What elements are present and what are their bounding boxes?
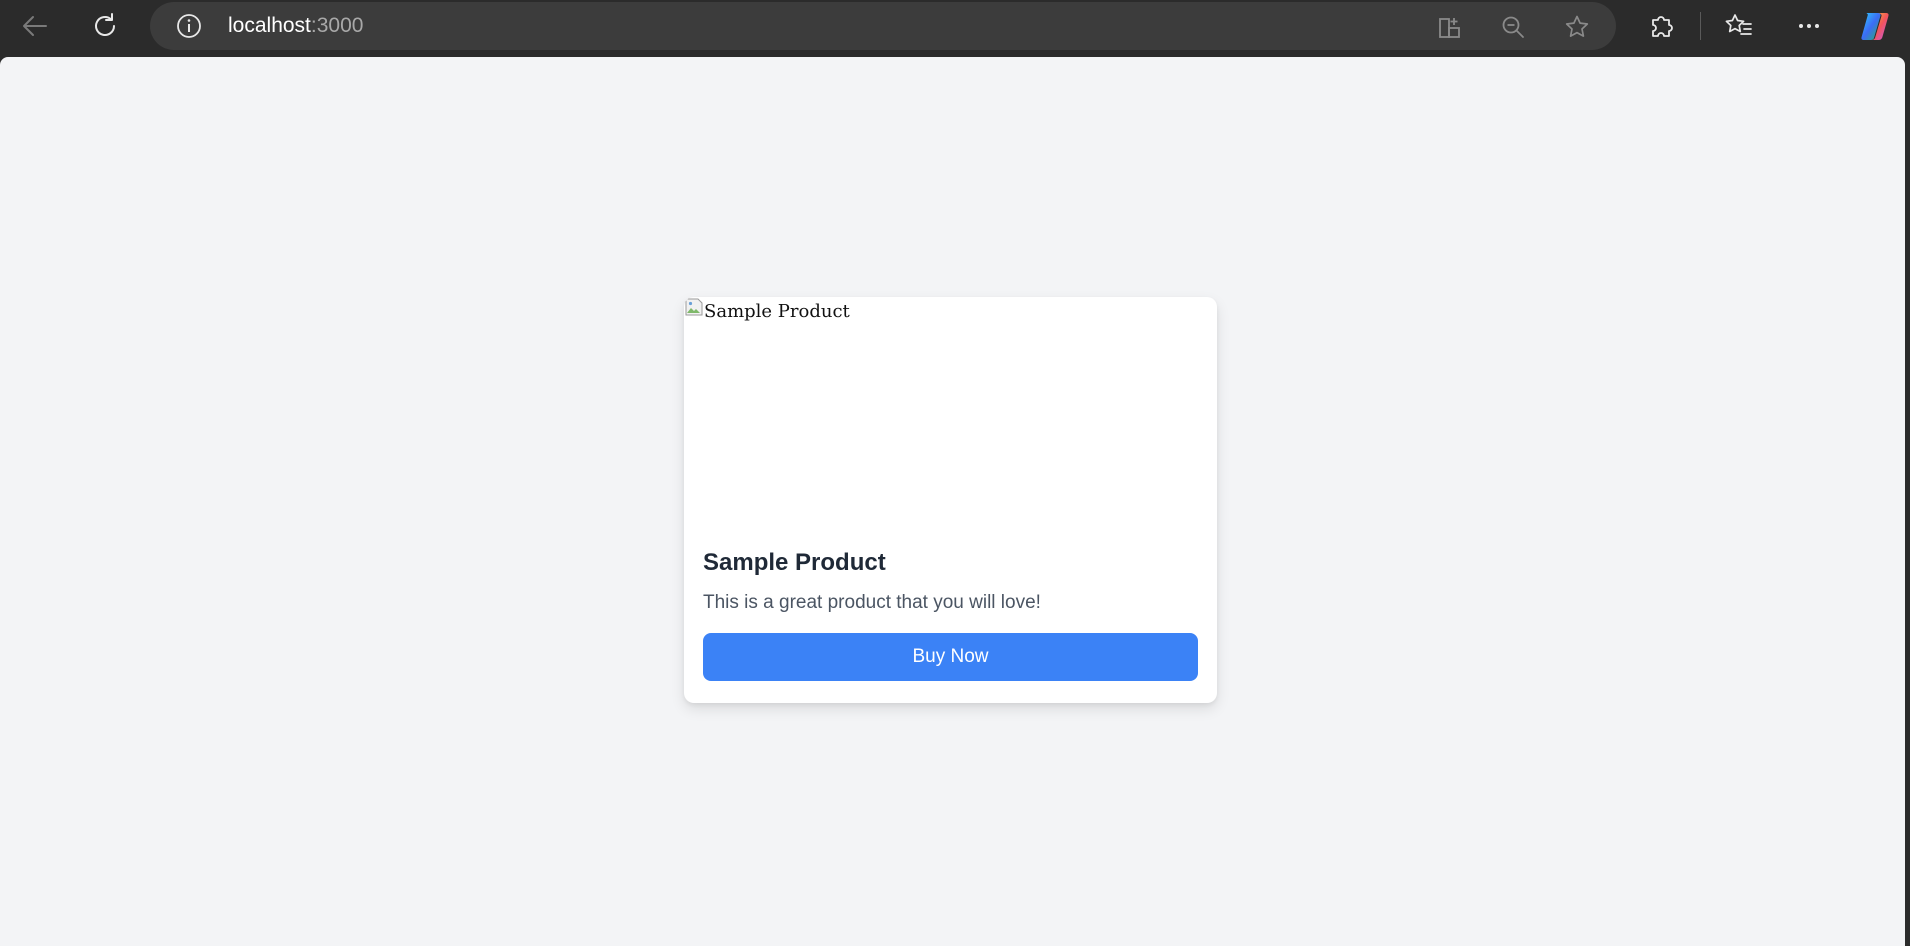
page-viewport: Sample Product Sample Product This is a … bbox=[0, 57, 1905, 946]
broken-image-icon bbox=[685, 298, 703, 316]
url-host: localhost bbox=[228, 14, 311, 37]
more-button[interactable] bbox=[1786, 6, 1832, 46]
reload-button[interactable] bbox=[82, 6, 128, 46]
product-card: Sample Product Sample Product This is a … bbox=[684, 297, 1217, 703]
copilot-button[interactable] bbox=[1853, 6, 1899, 46]
product-description: This is a great product that you will lo… bbox=[703, 592, 1041, 613]
url-text[interactable]: localhost:3000 bbox=[228, 13, 363, 39]
address-bar[interactable]: localhost:3000 bbox=[150, 2, 1616, 50]
copilot-icon bbox=[1861, 13, 1889, 40]
star-icon bbox=[1565, 15, 1589, 37]
buy-now-button[interactable]: Buy Now bbox=[703, 633, 1198, 681]
back-button[interactable] bbox=[12, 6, 58, 46]
toolbar-divider bbox=[1700, 12, 1701, 40]
product-image: Sample Product bbox=[684, 297, 1217, 531]
product-title: Sample Product bbox=[703, 549, 886, 576]
split-screen-icon bbox=[1439, 18, 1460, 38]
favorites-icon bbox=[1725, 14, 1752, 35]
image-alt-text: Sample Product bbox=[704, 301, 850, 322]
favorites-button[interactable] bbox=[1716, 6, 1762, 46]
split-screen-button[interactable] bbox=[1437, 14, 1463, 40]
zoom-out-icon bbox=[1502, 16, 1524, 38]
zoom-button[interactable] bbox=[1500, 14, 1526, 40]
site-info-button[interactable] bbox=[176, 13, 202, 39]
url-port: :3000 bbox=[310, 14, 364, 37]
extensions-button[interactable] bbox=[1638, 6, 1684, 46]
reload-icon bbox=[95, 13, 115, 36]
more-icon bbox=[1799, 24, 1819, 28]
favorite-button[interactable] bbox=[1564, 14, 1590, 40]
info-icon bbox=[177, 14, 201, 38]
puzzle-icon bbox=[1652, 16, 1673, 37]
back-arrow-icon bbox=[23, 16, 47, 36]
browser-toolbar: localhost:3000 bbox=[0, 0, 1910, 54]
